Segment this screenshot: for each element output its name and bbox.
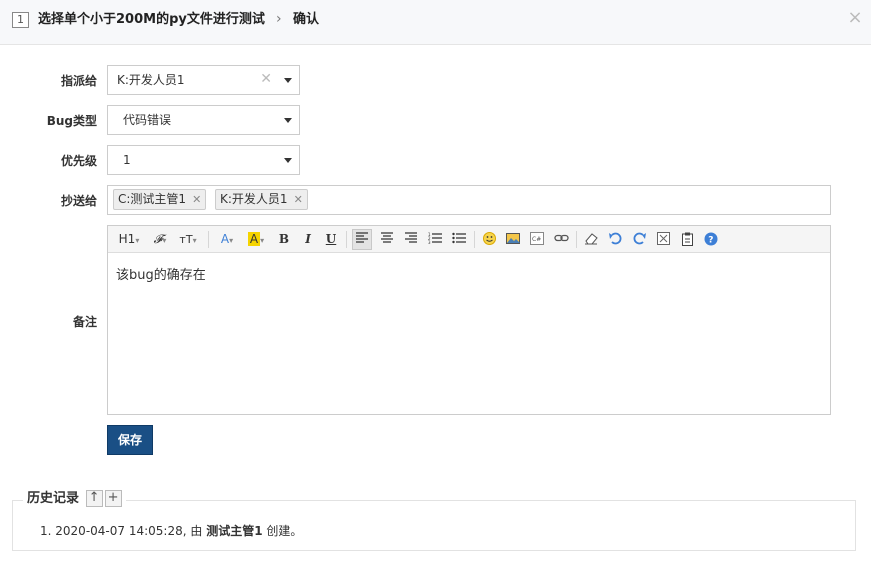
cc-label: 抄送给	[60, 194, 97, 208]
toolbar-separator	[208, 231, 209, 248]
save-button[interactable]: 保存	[107, 425, 153, 455]
cc-multiselect[interactable]: C:测试主管1 ✕ K:开发人员1 ✕	[107, 185, 831, 215]
underline-button[interactable]: U	[323, 230, 339, 249]
remove-icon[interactable]: ✕	[294, 193, 303, 206]
priority-value: 1	[123, 153, 131, 167]
editor-toolbar: H1▾ 𝓕▾ ᴛT▾ A▾ A ▾ B I U 123 C# ?	[108, 226, 830, 253]
toolbar-separator	[474, 231, 475, 248]
arrow-up-icon[interactable]: ↑	[85, 490, 103, 507]
bug-type-value: 代码错误	[123, 113, 172, 127]
font-size-button[interactable]: ᴛT▾	[176, 230, 200, 249]
bug-id-badge: 1	[12, 12, 29, 28]
emoji-icon[interactable]	[480, 230, 498, 249]
background-color-button[interactable]: A ▾	[244, 230, 268, 249]
align-center-button[interactable]	[378, 230, 396, 249]
caret-down-icon	[284, 78, 292, 83]
link-icon[interactable]	[552, 230, 570, 249]
bug-type-label: Bug类型	[46, 114, 97, 128]
italic-button[interactable]: I	[300, 230, 316, 249]
rich-text-editor: H1▾ 𝓕▾ ᴛT▾ A▾ A ▾ B I U 123 C# ? 该bug的确存…	[107, 225, 831, 415]
font-family-button[interactable]: 𝓕▾	[148, 230, 172, 249]
heading-button[interactable]: H1▾	[116, 230, 142, 249]
svg-text:3: 3	[428, 240, 431, 244]
cc-chip: K:开发人员1 ✕	[215, 189, 308, 210]
align-right-button[interactable]	[402, 230, 420, 249]
comment-label: 备注	[72, 315, 97, 329]
bug-title: 选择单个小于200M的py文件进行测试	[38, 12, 265, 27]
caret-down-icon	[284, 118, 292, 123]
modal-header: 1 选择单个小于200M的py文件进行测试 › 确认 ×	[0, 0, 871, 45]
history-entry: 1. 2020-04-07 14:05:28, 由 测试主管1 创建。	[40, 524, 303, 538]
bug-type-select[interactable]: 代码错误	[107, 105, 300, 135]
fullscreen-icon[interactable]	[654, 230, 672, 249]
cc-chip-label: K:开发人员1	[220, 192, 288, 206]
toolbar-separator	[576, 231, 577, 248]
paste-icon[interactable]	[678, 230, 696, 249]
assign-to-label: 指派给	[60, 74, 97, 88]
svg-text:?: ?	[708, 236, 713, 246]
assign-to-select[interactable]: K:开发人员1 ✕	[107, 65, 300, 95]
cc-chip: C:测试主管1 ✕	[113, 189, 207, 210]
caret-down-icon	[284, 158, 292, 163]
eraser-icon[interactable]	[582, 230, 600, 249]
font-color-button[interactable]: A▾	[216, 230, 238, 249]
image-icon[interactable]	[504, 230, 522, 249]
editor-content[interactable]: 该bug的确存在	[116, 264, 206, 283]
chevron-right-icon: ›	[276, 11, 282, 27]
align-left-button[interactable]	[352, 229, 372, 250]
expand-icon[interactable]: +	[104, 490, 122, 507]
ordered-list-button[interactable]: 123	[426, 230, 444, 249]
cc-chip-label: C:测试主管1	[118, 192, 187, 206]
bold-button[interactable]: B	[276, 230, 292, 249]
history-user: 测试主管1	[206, 524, 263, 538]
redo-icon[interactable]	[630, 230, 648, 249]
clear-icon[interactable]: ✕	[260, 71, 272, 87]
code-icon[interactable]: C#	[528, 230, 546, 249]
priority-label: 优先级	[60, 154, 97, 168]
history-legend: 历史记录 ↑ +	[23, 490, 126, 510]
toolbar-separator	[346, 231, 347, 248]
priority-select[interactable]: 1	[107, 145, 300, 175]
remove-icon[interactable]: ✕	[192, 193, 201, 206]
assign-to-value: K:开发人员1	[117, 73, 185, 87]
close-icon[interactable]: ×	[846, 9, 864, 27]
undo-icon[interactable]	[606, 230, 624, 249]
history-title: 历史记录	[27, 491, 80, 506]
help-icon[interactable]: ?	[702, 230, 720, 249]
svg-text:C#: C#	[532, 236, 541, 243]
unordered-list-button[interactable]	[450, 230, 468, 249]
page-action-title: 确认	[293, 12, 320, 27]
